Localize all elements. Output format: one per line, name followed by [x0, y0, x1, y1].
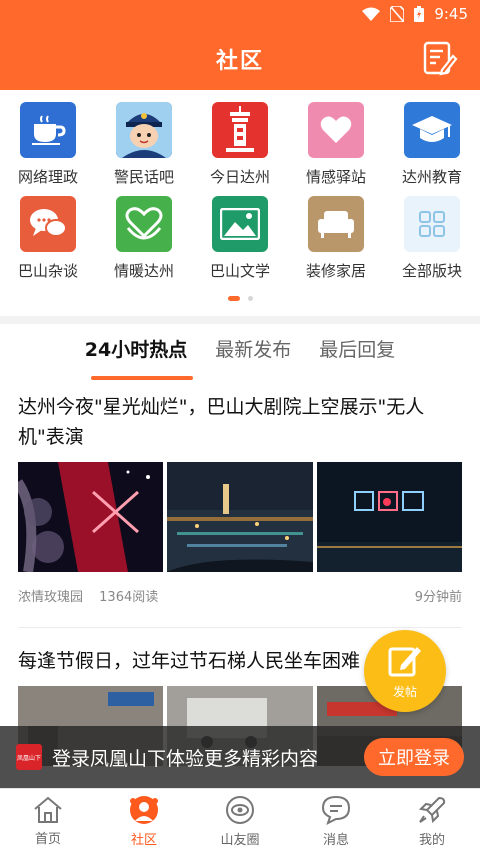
heart-hands-icon — [116, 196, 172, 252]
post-image-drone-lights[interactable] — [18, 462, 164, 572]
tower-icon — [212, 102, 268, 158]
category-label: 警民话吧 — [113, 168, 174, 186]
post-time: 9分钟前 — [414, 590, 462, 605]
post-meta: 浓情玫瑰园 1364阅读 9分钟前 — [18, 586, 462, 605]
nav-label: 我的 — [418, 832, 445, 848]
fab-label: 发帖 — [392, 684, 417, 699]
post-title[interactable]: 达州今夜"星光灿烂"，巴山大剧院上空展示"无人机"表演 — [18, 392, 462, 452]
page-dot[interactable] — [247, 296, 253, 301]
nav-label: 社区 — [130, 832, 157, 848]
sofa-icon — [308, 196, 364, 252]
nav-label: 山友圈 — [220, 832, 260, 848]
nav-community[interactable]: 社区 — [96, 789, 192, 853]
category-grid: 网络理政 警民话吧 今日达州 情感驿站 达州教育 巴山杂谈 情暖达州 巴山文学 … — [0, 90, 480, 316]
rocket-icon — [418, 796, 446, 823]
app-logo: 凤凰山下 — [16, 744, 42, 770]
nav-shanyouquan[interactable]: 山友圈 — [192, 789, 288, 853]
status-time: 9:45 — [434, 5, 468, 23]
nav-mine[interactable]: 我的 — [384, 789, 480, 853]
home-icon — [34, 796, 62, 823]
nav-label: 首页 — [34, 831, 61, 847]
edit-icon — [388, 646, 421, 676]
tab-24h-hot[interactable]: 24小时热点 — [85, 335, 194, 380]
tab-last-reply[interactable]: 最后回复 — [319, 335, 395, 368]
nav-messages[interactable]: 消息 — [288, 789, 384, 853]
compose-button[interactable] — [422, 40, 458, 78]
category-label: 今日达州 — [209, 168, 270, 186]
nav-label: 消息 — [322, 832, 349, 848]
page-title: 社区 — [215, 49, 264, 74]
app-header: 社区 — [0, 28, 480, 90]
page-indicator — [0, 296, 480, 301]
category-jingmin-huaba[interactable]: 警民话吧 — [96, 102, 192, 192]
no-sim-icon — [390, 6, 405, 22]
category-label: 巴山杂谈 — [17, 262, 78, 280]
category-all-sections[interactable]: 全部版块 — [384, 196, 480, 286]
category-label: 网络理政 — [17, 168, 78, 186]
tab-latest[interactable]: 最新发布 — [215, 335, 291, 368]
category-dazhou-jiaoyu[interactable]: 达州教育 — [384, 102, 480, 192]
post-separator — [18, 627, 462, 628]
graduation-cap-icon — [404, 102, 460, 158]
community-icon — [130, 795, 158, 824]
feed-tabs: 24小时热点 最新发布 最后回复 — [0, 324, 480, 380]
landscape-icon — [212, 196, 268, 252]
teacup-icon — [20, 102, 76, 158]
wifi-icon — [362, 7, 381, 21]
edit-note-icon — [423, 41, 458, 76]
category-qingnuan-dazhou[interactable]: 情暖达州 — [96, 196, 192, 286]
category-label: 情感驿站 — [305, 168, 366, 186]
category-bashan-wenxue[interactable]: 巴山文学 — [192, 196, 288, 286]
police-avatar-icon — [116, 102, 172, 158]
category-qinggan-yizhan[interactable]: 情感驿站 — [288, 102, 384, 192]
post-images — [18, 462, 462, 572]
category-label: 情暖达州 — [113, 262, 174, 280]
category-jinri-dazhou[interactable]: 今日达州 — [192, 102, 288, 192]
login-banner: 凤凰山下 登录凤凰山下体验更多精彩内容 立即登录 — [0, 726, 480, 788]
login-prompt-text: 登录凤凰山下体验更多精彩内容 — [52, 747, 319, 770]
nav-home[interactable]: 首页 — [0, 789, 96, 853]
page-dot-active — [227, 296, 240, 301]
post-card[interactable]: 达州今夜"星光灿烂"，巴山大剧院上空展示"无人机"表演 浓情玫瑰园 1364阅读… — [18, 392, 462, 605]
category-zhuangxiu-jiaju[interactable]: 装修家居 — [288, 196, 384, 286]
chat-bubbles-icon — [20, 196, 76, 252]
category-wangluo-lizheng[interactable]: 网络理政 — [0, 102, 96, 192]
post-image-drone-show[interactable] — [316, 462, 462, 572]
category-label: 巴山文学 — [209, 262, 270, 280]
circle-eye-icon — [226, 795, 254, 824]
battery-icon — [414, 6, 425, 22]
category-label: 全部版块 — [401, 262, 462, 280]
category-label: 达州教育 — [401, 168, 462, 186]
heart-icon — [308, 102, 364, 158]
message-icon — [321, 795, 351, 825]
post-author[interactable]: 浓情玫瑰园 — [18, 590, 83, 605]
post-read-count: 1364阅读 — [99, 590, 159, 605]
category-label: 装修家居 — [305, 262, 366, 280]
login-button[interactable]: 立即登录 — [364, 738, 464, 776]
section-divider — [0, 316, 480, 324]
new-post-button[interactable]: 发帖 — [364, 630, 446, 712]
category-bashan-zatan[interactable]: 巴山杂谈 — [0, 196, 96, 286]
bottom-nav: 首页 社区 山友圈 消息 我的 — [0, 788, 480, 853]
status-bar: 9:45 — [0, 0, 480, 28]
grid-icon — [404, 196, 460, 252]
post-image-city-night[interactable] — [167, 462, 313, 572]
